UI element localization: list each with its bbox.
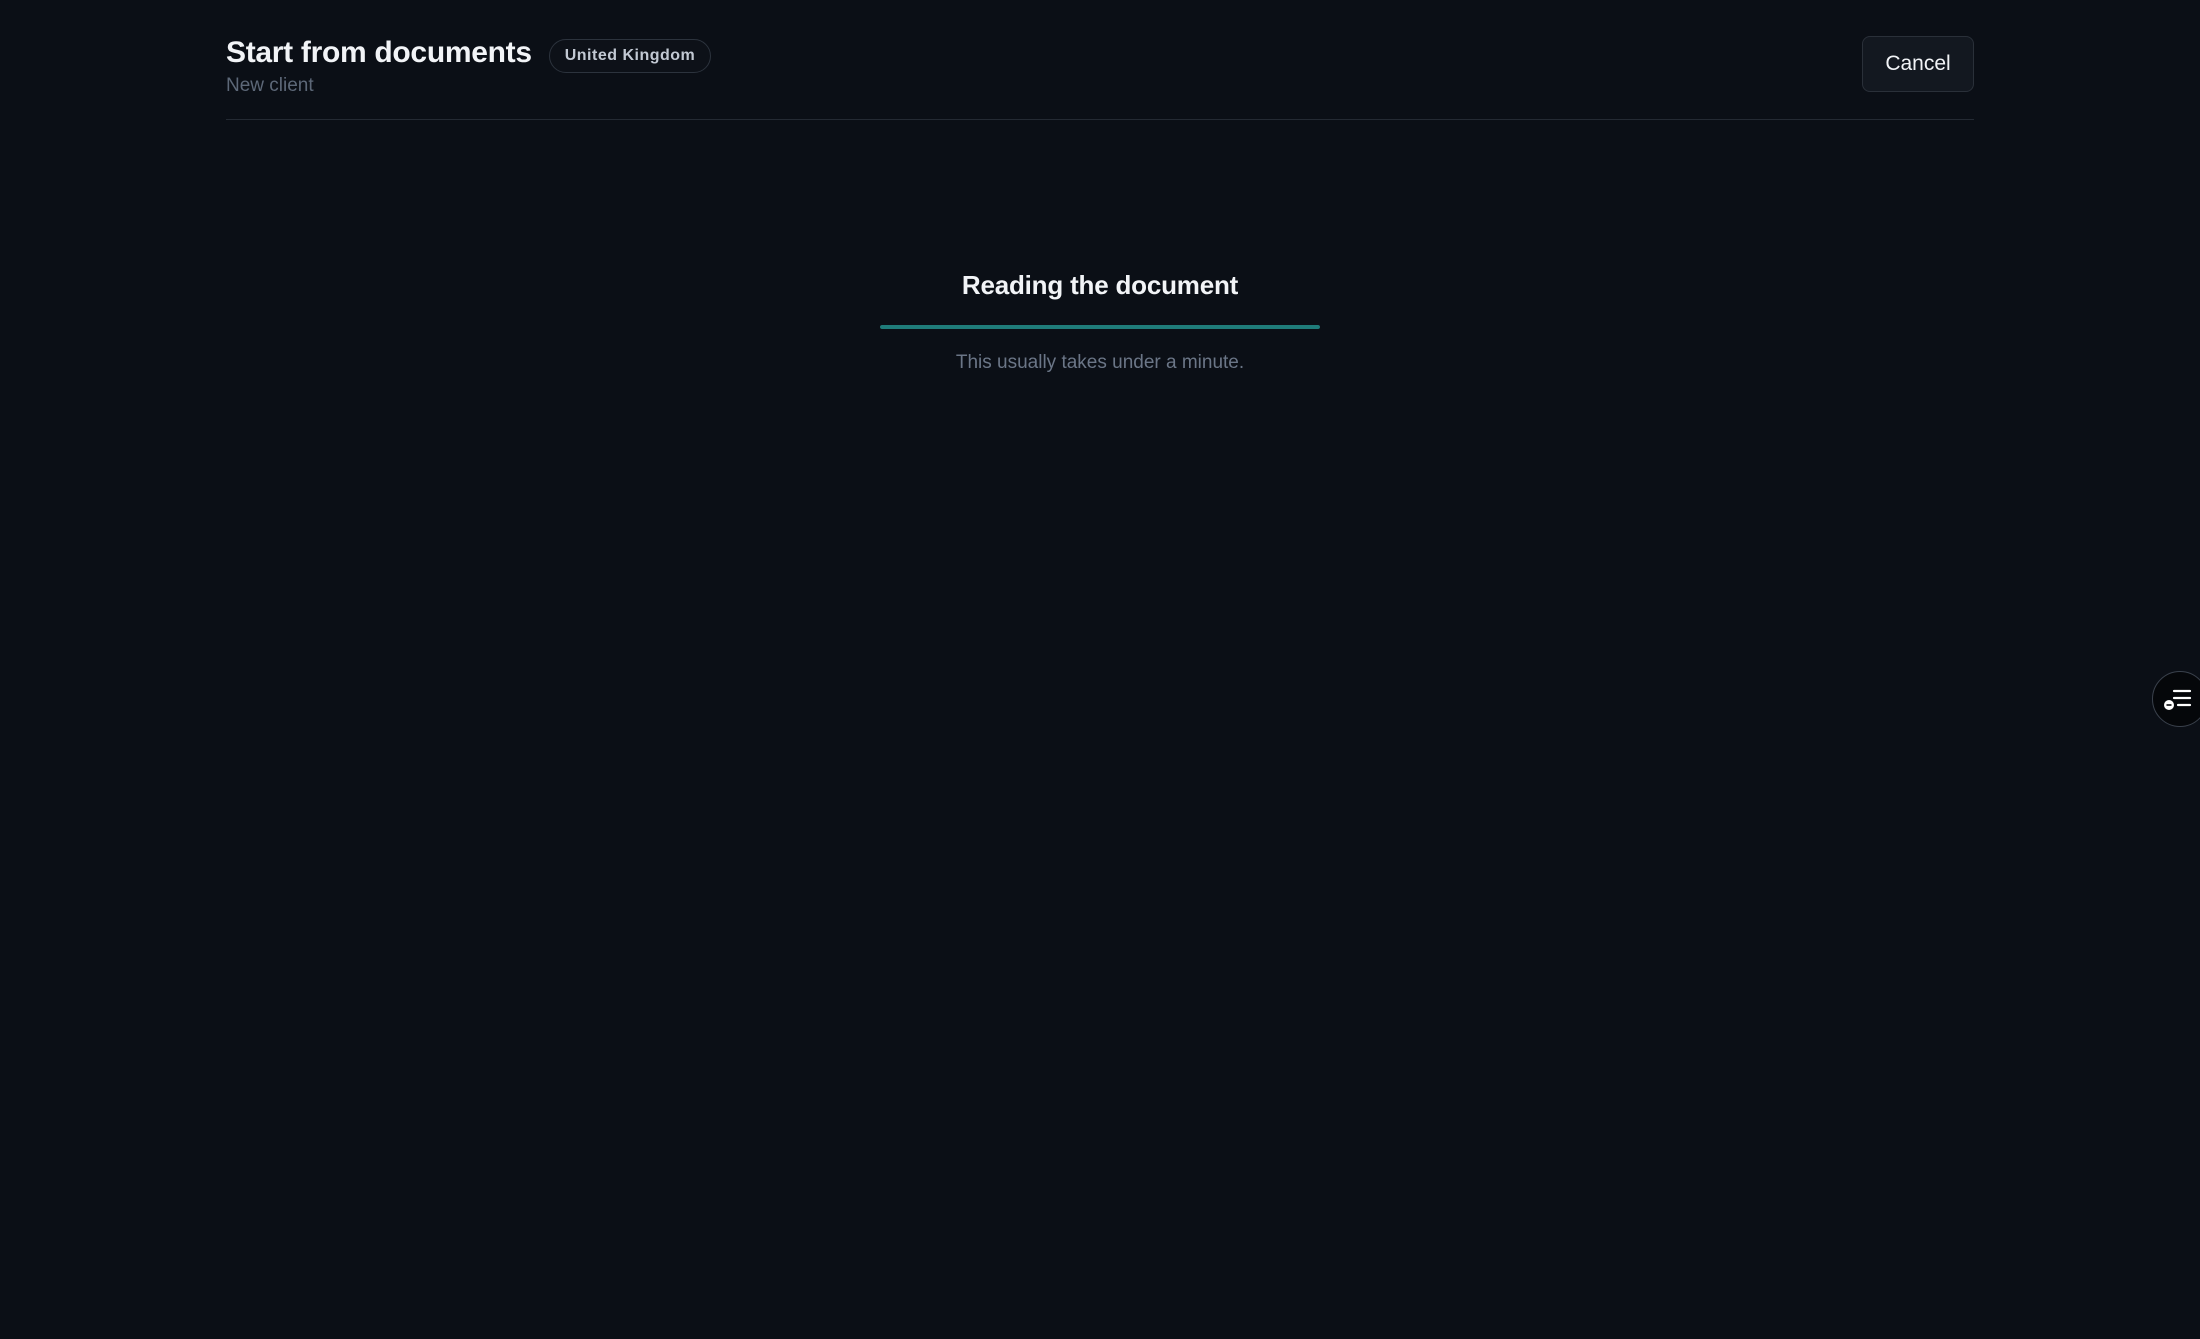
title-block: Start from documents United Kingdom New … — [226, 33, 712, 98]
checklist-icon — [2164, 689, 2192, 710]
page: Start from documents United Kingdom New … — [0, 0, 2200, 1339]
page-title: Start from documents — [226, 36, 532, 69]
page-header: Start from documents United Kingdom New … — [226, 0, 1974, 120]
status-title: Reading the document — [961, 270, 1239, 300]
region-badge: United Kingdom — [548, 39, 712, 73]
side-tool-button[interactable] — [2152, 671, 2200, 727]
title-row: Start from documents United Kingdom — [226, 33, 712, 73]
cancel-button[interactable]: Cancel — [1862, 36, 1974, 92]
processing-status: Reading the document This usually takes … — [880, 266, 1320, 375]
status-note: This usually takes under a minute. — [955, 352, 1245, 373]
progress-bar-fill — [880, 325, 1320, 329]
progress-bar — [880, 325, 1320, 329]
page-subtitle: New client — [226, 75, 314, 96]
